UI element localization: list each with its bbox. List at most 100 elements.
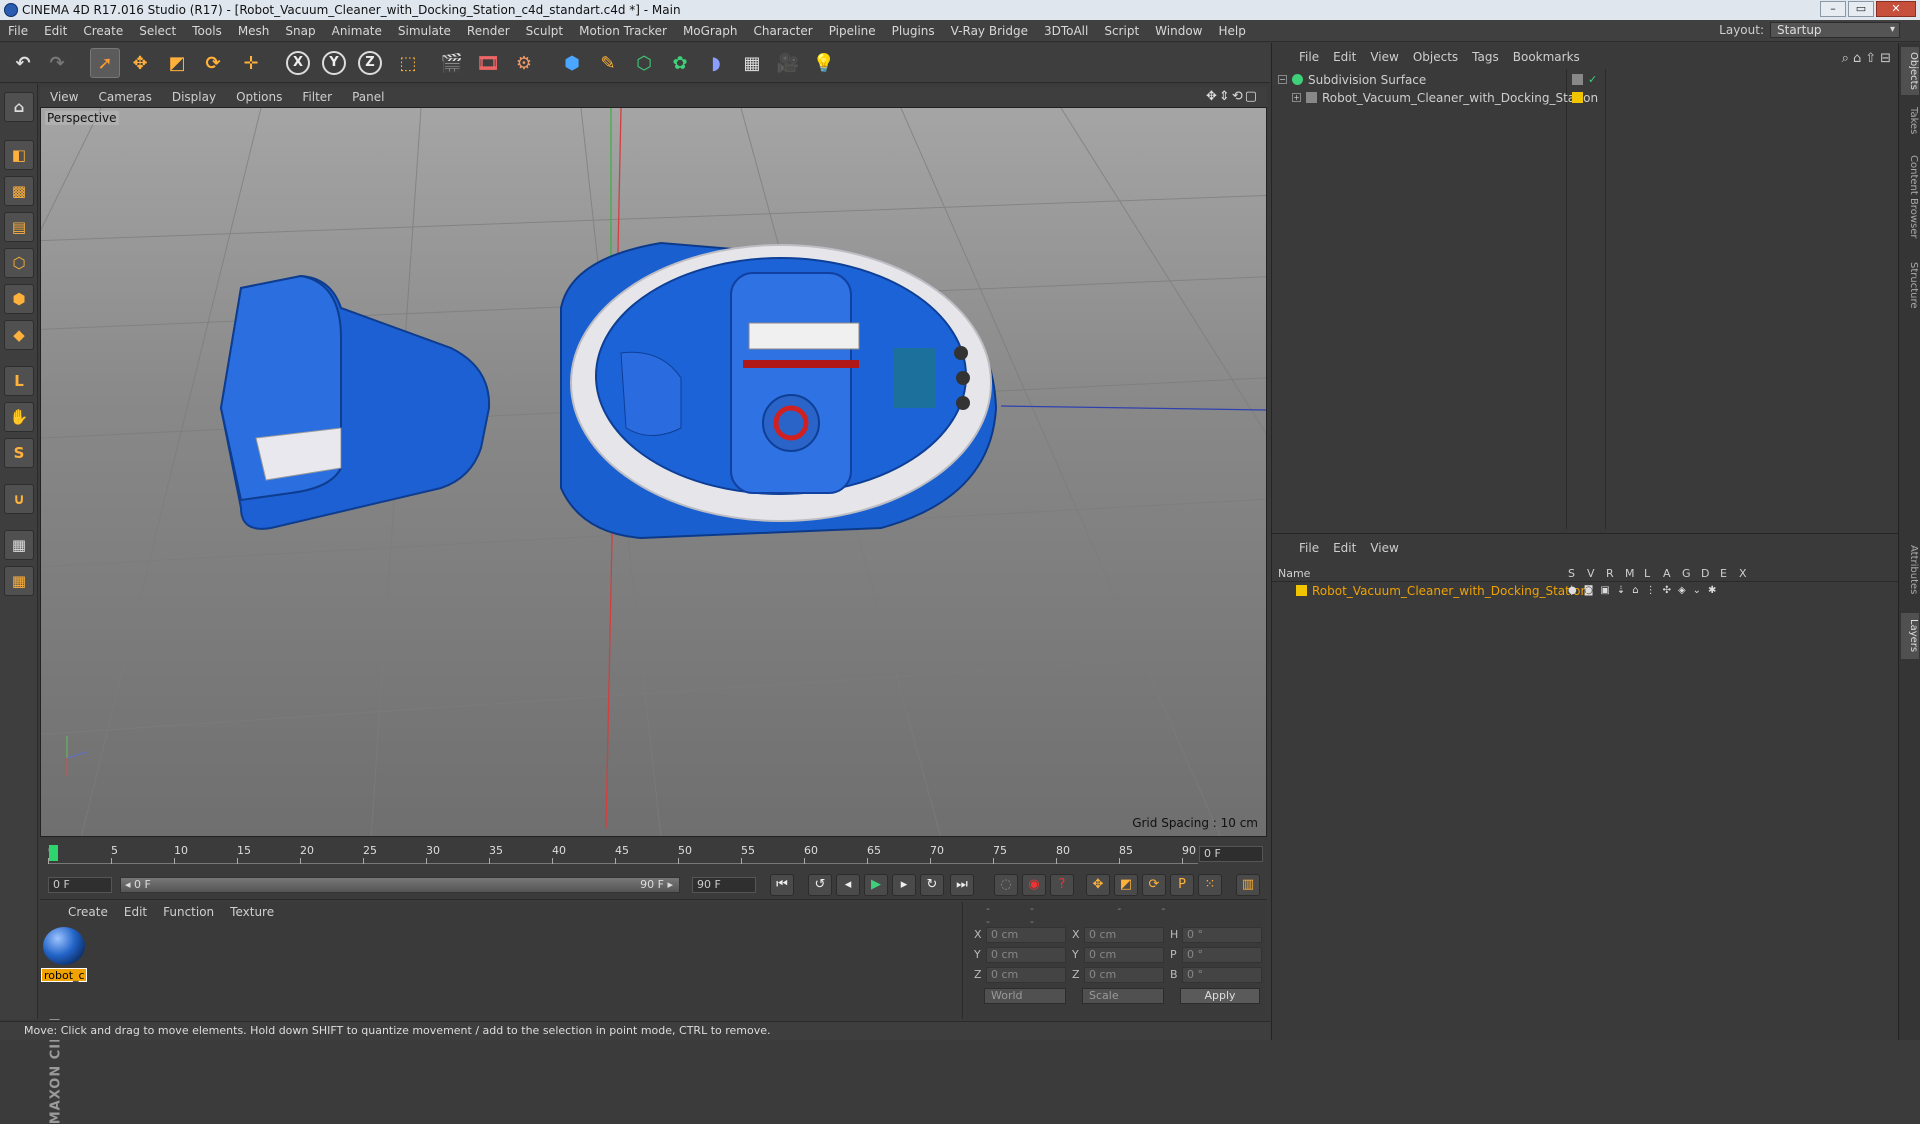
tree-row-subdivision-surface[interactable]: − Subdivision Surface ✓ — [1272, 71, 1899, 89]
autokey-icon[interactable]: ? — [1050, 874, 1074, 896]
viewport-menu-filter[interactable]: Filter — [292, 90, 342, 104]
tree-row-robot-vacuum[interactable]: + Robot_Vacuum_Cleaner_with_Docking_Stat… — [1272, 89, 1899, 107]
scale-dropdown[interactable]: Scale — [1082, 988, 1164, 1004]
timeline-ruler[interactable]: 0 5 10 15 20 25 30 35 40 45 50 55 60 65 … — [40, 840, 1267, 868]
menu-snap[interactable]: Snap — [277, 24, 323, 38]
pos-x-field[interactable]: 0 cm — [986, 927, 1066, 943]
edges-mode-icon[interactable]: ⬢ — [4, 284, 34, 314]
layer-color-tag-icon[interactable] — [1572, 92, 1583, 103]
objects-menu-objects[interactable]: Objects — [1406, 50, 1465, 64]
menu-create[interactable]: Create — [75, 24, 131, 38]
expand-icon[interactable]: + — [1292, 93, 1301, 102]
viewport-menu-display[interactable]: Display — [162, 90, 226, 104]
objects-menu-bookmarks[interactable]: Bookmarks — [1506, 50, 1587, 64]
render-settings-icon[interactable]: ⚙ — [509, 48, 539, 78]
close-button[interactable]: ✕ — [1876, 1, 1916, 17]
polygons-mode-icon[interactable]: ◆ — [4, 320, 34, 350]
workplane-mode-icon[interactable]: ▤ — [4, 212, 34, 242]
layers-menu-edit[interactable]: Edit — [1326, 541, 1363, 555]
y-axis-lock-icon[interactable]: Y — [319, 48, 349, 78]
menu-sculpt[interactable]: Sculpt — [518, 24, 571, 38]
render-picture-viewer-icon[interactable]: 🎞 — [473, 48, 503, 78]
material-preview-sphere[interactable] — [43, 927, 85, 965]
live-selection-icon[interactable]: ➚ — [90, 48, 120, 78]
maximize-button[interactable]: ▭ — [1848, 1, 1874, 17]
texture-mode-icon[interactable]: ▩ — [4, 176, 34, 206]
key-parameter-icon[interactable]: P — [1170, 874, 1194, 896]
viewport-navigation-icons[interactable]: ✥⇕⟲▢ — [1206, 89, 1259, 104]
current-frame-field[interactable]: 0 F — [1199, 846, 1263, 862]
next-key-icon[interactable]: ↻ — [920, 874, 944, 896]
menu-character[interactable]: Character — [745, 24, 820, 38]
end-frame-field[interactable]: 90 F — [692, 877, 756, 893]
playhead-marker[interactable] — [49, 845, 58, 861]
menu-simulate[interactable]: Simulate — [390, 24, 459, 38]
material-name[interactable]: robot_c — [41, 968, 87, 982]
model-mode-icon[interactable]: ◧ — [4, 140, 34, 170]
tab-attributes[interactable]: Attributes — [1901, 535, 1919, 605]
objects-menu-tags[interactable]: Tags — [1465, 50, 1506, 64]
previous-key-icon[interactable]: ↺ — [808, 874, 832, 896]
pos-z-field[interactable]: 0 cm — [986, 967, 1066, 983]
material-menu-function[interactable]: Function — [155, 905, 222, 919]
key-position-icon[interactable]: ✥ — [1086, 874, 1110, 896]
material-menu-edit[interactable]: Edit — [116, 905, 155, 919]
menu-window[interactable]: Window — [1147, 24, 1210, 38]
light-icon[interactable]: 💡 — [809, 48, 839, 78]
world-dropdown[interactable]: World — [984, 988, 1066, 1004]
size-x-field[interactable]: 0 cm — [1084, 927, 1164, 943]
move-tool-icon[interactable]: ✥ — [125, 48, 155, 78]
rot-p-field[interactable]: 0 ° — [1182, 947, 1262, 963]
record-active-icon[interactable]: ◉ — [1022, 874, 1046, 896]
scale-tool-icon[interactable]: ◩ — [162, 48, 192, 78]
menu-mograph[interactable]: MoGraph — [675, 24, 746, 38]
previous-frame-icon[interactable]: ◂ — [836, 874, 860, 896]
timeline-window-icon[interactable]: ▥ — [1236, 874, 1260, 896]
points-mode-icon[interactable]: ⬡ — [4, 248, 34, 278]
key-pla-icon[interactable]: ⁙ — [1198, 874, 1222, 896]
menu-file[interactable]: File — [0, 24, 36, 38]
workplane-lock-icon[interactable]: ▦ — [4, 530, 34, 560]
x-axis-lock-icon[interactable]: X — [283, 48, 313, 78]
frame-ruler[interactable]: 0 5 10 15 20 25 30 35 40 45 50 55 60 65 … — [48, 844, 1198, 864]
menu-animate[interactable]: Animate — [324, 24, 390, 38]
rotate-tool-icon[interactable]: ⟳ — [198, 48, 228, 78]
deformer-icon[interactable]: ◗ — [701, 48, 731, 78]
symmetry-icon[interactable]: ▦ — [4, 566, 34, 596]
menu-motion-tracker[interactable]: Motion Tracker — [571, 24, 675, 38]
next-frame-icon[interactable]: ▸ — [892, 874, 916, 896]
key-scale-icon[interactable]: ◩ — [1114, 874, 1138, 896]
menu-edit[interactable]: Edit — [36, 24, 75, 38]
editor-visibility-icon[interactable] — [1572, 74, 1583, 85]
minimize-button[interactable]: – — [1820, 1, 1846, 17]
enabled-check-icon[interactable]: ✓ — [1588, 74, 1599, 85]
apply-button[interactable]: Apply — [1180, 988, 1260, 1004]
layers-menu-file[interactable]: File — [1292, 541, 1326, 555]
menu-render[interactable]: Render — [459, 24, 518, 38]
menu-3dtoall[interactable]: 3DToAll — [1036, 24, 1096, 38]
pos-y-field[interactable]: 0 cm — [986, 947, 1066, 963]
go-to-end-icon[interactable]: ⏭ — [950, 874, 974, 896]
tab-content-browser[interactable]: Content Browser — [1901, 147, 1919, 247]
menu-vray-bridge[interactable]: V-Ray Bridge — [943, 24, 1036, 38]
floor-icon[interactable]: ▦ — [737, 48, 767, 78]
menu-tools[interactable]: Tools — [184, 24, 230, 38]
menu-help[interactable]: Help — [1210, 24, 1253, 38]
viewport-menu-cameras[interactable]: Cameras — [88, 90, 161, 104]
motion-record-icon[interactable]: ◌ — [994, 874, 1018, 896]
viewport-menu-view[interactable]: View — [40, 90, 88, 104]
redo-icon[interactable]: ↷ — [42, 48, 72, 78]
frame-range-slider[interactable]: ◂ 0 F 90 F ▸ — [120, 877, 680, 893]
camera-icon[interactable]: 🎥 — [773, 48, 803, 78]
recent-tool-icon[interactable]: ✛ — [236, 48, 266, 78]
undo-icon[interactable]: ↶ — [8, 48, 38, 78]
play-icon[interactable]: ▶ — [864, 874, 888, 896]
menu-select[interactable]: Select — [131, 24, 184, 38]
size-z-field[interactable]: 0 cm — [1084, 967, 1164, 983]
key-rotation-icon[interactable]: ⟳ — [1142, 874, 1166, 896]
layout-dropdown[interactable]: Startup — [1770, 22, 1900, 38]
material-menu-texture[interactable]: Texture — [222, 905, 282, 919]
start-frame-field[interactable]: 0 F — [48, 877, 112, 893]
cube-object-icon[interactable]: ⬢ — [557, 48, 587, 78]
layers-menu-view[interactable]: View — [1363, 541, 1405, 555]
